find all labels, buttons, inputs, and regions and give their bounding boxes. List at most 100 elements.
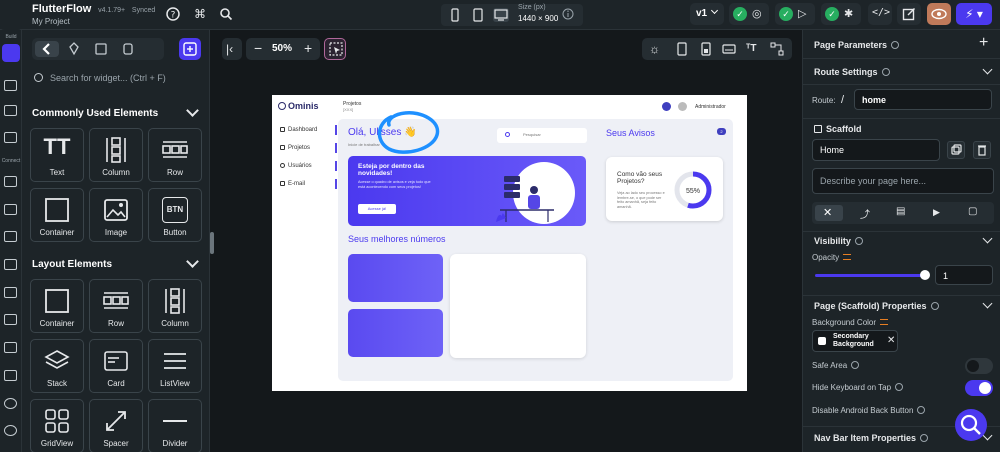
route-input[interactable]: home <box>854 89 992 110</box>
nav-email[interactable]: E-mail <box>280 181 305 187</box>
widget-column[interactable]: Column <box>148 279 202 333</box>
collapse-panel-button[interactable]: |‹ <box>222 38 242 60</box>
device-frame-icon[interactable] <box>700 42 712 56</box>
opacity-input[interactable]: 1 <box>935 265 993 285</box>
select-tool-button[interactable] <box>324 38 346 60</box>
widget-button[interactable]: BTN Button <box>148 188 202 242</box>
state-icon[interactable] <box>4 259 17 270</box>
safe-area-toggle[interactable] <box>965 358 993 374</box>
animations-tab[interactable]: ▶ <box>923 205 951 221</box>
settings-icon[interactable] <box>4 425 17 436</box>
rail-widgets-button[interactable] <box>2 44 20 62</box>
widget-listview[interactable]: ListView <box>148 339 202 393</box>
nav-projetos[interactable]: Projetos <box>280 145 310 151</box>
chevron-down-icon[interactable] <box>982 298 993 309</box>
info-icon[interactable] <box>930 302 939 310</box>
widget-card[interactable]: Card <box>89 339 143 393</box>
chat-status[interactable]: ✓ ◎ <box>729 3 769 25</box>
api-icon[interactable] <box>4 204 17 215</box>
project-name[interactable]: My Project <box>32 17 155 26</box>
text-scale-icon[interactable]: ᵀT <box>746 42 756 56</box>
bg-color-picker[interactable]: Secondary Background ✕ <box>812 330 898 352</box>
info-icon[interactable] <box>851 361 860 369</box>
zoom-in-icon[interactable]: + <box>304 41 312 55</box>
theme-icon[interactable] <box>4 370 17 381</box>
open-new-button[interactable] <box>897 3 921 25</box>
widget-container[interactable]: Container <box>30 188 84 242</box>
template-icon[interactable] <box>89 41 113 57</box>
info-icon[interactable] <box>917 406 926 414</box>
components-icon[interactable] <box>4 132 17 143</box>
widget-column[interactable]: Column <box>89 128 143 182</box>
chevron-down-icon[interactable] <box>982 233 993 244</box>
phone-small-icon[interactable] <box>447 8 463 22</box>
variable-icon[interactable] <box>843 254 852 260</box>
variable-icon[interactable] <box>880 319 889 325</box>
widget-image[interactable]: Image <box>89 188 143 242</box>
media-icon[interactable] <box>4 287 17 298</box>
nav-usuarios[interactable]: Usuários <box>280 163 312 169</box>
actions-tab[interactable]: ⤴ <box>851 205 879 221</box>
info-icon[interactable] <box>891 41 900 49</box>
hide-keyboard-toggle[interactable] <box>965 380 993 396</box>
integrations-icon[interactable] <box>4 398 17 409</box>
add-parameter-icon[interactable]: + <box>979 34 988 52</box>
desktop-icon[interactable] <box>493 8 509 22</box>
widget-spacer[interactable]: Spacer <box>89 399 143 452</box>
preview-eye-button[interactable] <box>927 3 951 25</box>
opacity-slider-knob[interactable] <box>920 270 930 280</box>
page-name-input[interactable]: Home <box>812 139 940 161</box>
info-icon[interactable] <box>895 383 904 391</box>
widget-text[interactable]: TT Text <box>30 128 84 182</box>
properties-tab[interactable]: ✕ <box>815 205 843 221</box>
info-icon[interactable] <box>561 8 575 22</box>
backend-query-tab[interactable]: ▤ <box>887 205 915 221</box>
puzzle-icon[interactable] <box>116 41 140 57</box>
zoom-level[interactable]: 50% <box>272 43 292 54</box>
widget-search[interactable]: Search for widget... (Ctrl + F) <box>32 70 202 88</box>
preview-status[interactable]: ✓ ▷ <box>775 3 815 25</box>
list-icon[interactable] <box>4 314 17 325</box>
info-icon[interactable] <box>920 434 929 442</box>
banner-button[interactable]: Acesse já! <box>358 204 396 214</box>
data-icon[interactable] <box>4 176 17 187</box>
widget-stack[interactable]: Stack <box>30 339 84 393</box>
chevron-down-icon[interactable] <box>186 104 199 117</box>
docs-tab[interactable]: ▢ <box>959 205 987 221</box>
widget-row[interactable]: Row <box>148 128 202 182</box>
close-icon[interactable]: ✕ <box>887 335 895 346</box>
info-icon[interactable] <box>881 68 890 76</box>
run-button[interactable]: ⚡ ▾ <box>956 3 992 25</box>
widget-divider[interactable]: Divider <box>148 399 202 452</box>
sun-icon[interactable]: ☼ <box>649 42 660 56</box>
info-icon[interactable] <box>854 237 863 245</box>
schema-icon[interactable] <box>4 231 17 242</box>
global-search-button[interactable] <box>955 409 987 441</box>
opacity-slider-track[interactable] <box>815 274 925 277</box>
pages-icon[interactable] <box>4 80 17 91</box>
notification-icon[interactable] <box>662 102 671 111</box>
phone-icon[interactable] <box>676 42 688 56</box>
debug-status[interactable]: ✓ ✱ <box>821 3 861 25</box>
widget-gridview[interactable]: GridView <box>30 399 84 452</box>
page-description-input[interactable]: Describe your page here... <box>812 168 994 194</box>
duplicate-page-button[interactable] <box>947 141 965 159</box>
code-button[interactable]: </> <box>868 3 892 25</box>
frame-search[interactable]: Pesquisar <box>497 128 587 143</box>
branch-selector[interactable]: v1 <box>690 3 724 25</box>
device-preview[interactable]: Ominis Dashboard Projetos Usuários E-mai… <box>272 95 747 391</box>
zoom-out-icon[interactable]: − <box>254 41 262 55</box>
chevron-down-icon[interactable] <box>982 64 993 75</box>
gem-icon[interactable] <box>62 41 86 57</box>
keyboard-icon[interactable] <box>722 43 736 55</box>
avatar[interactable] <box>678 102 687 111</box>
widget-container[interactable]: Container <box>30 279 84 333</box>
search-icon[interactable] <box>219 7 233 21</box>
flow-icon[interactable] <box>770 42 784 56</box>
cloud-icon[interactable] <box>4 342 17 353</box>
size-value[interactable]: 1440 × 900 <box>518 14 558 23</box>
widget-row[interactable]: Row <box>89 279 143 333</box>
tree-icon[interactable] <box>4 105 17 116</box>
chevron-down-icon[interactable] <box>186 255 199 268</box>
flutter-widgets-tab[interactable] <box>35 41 59 57</box>
